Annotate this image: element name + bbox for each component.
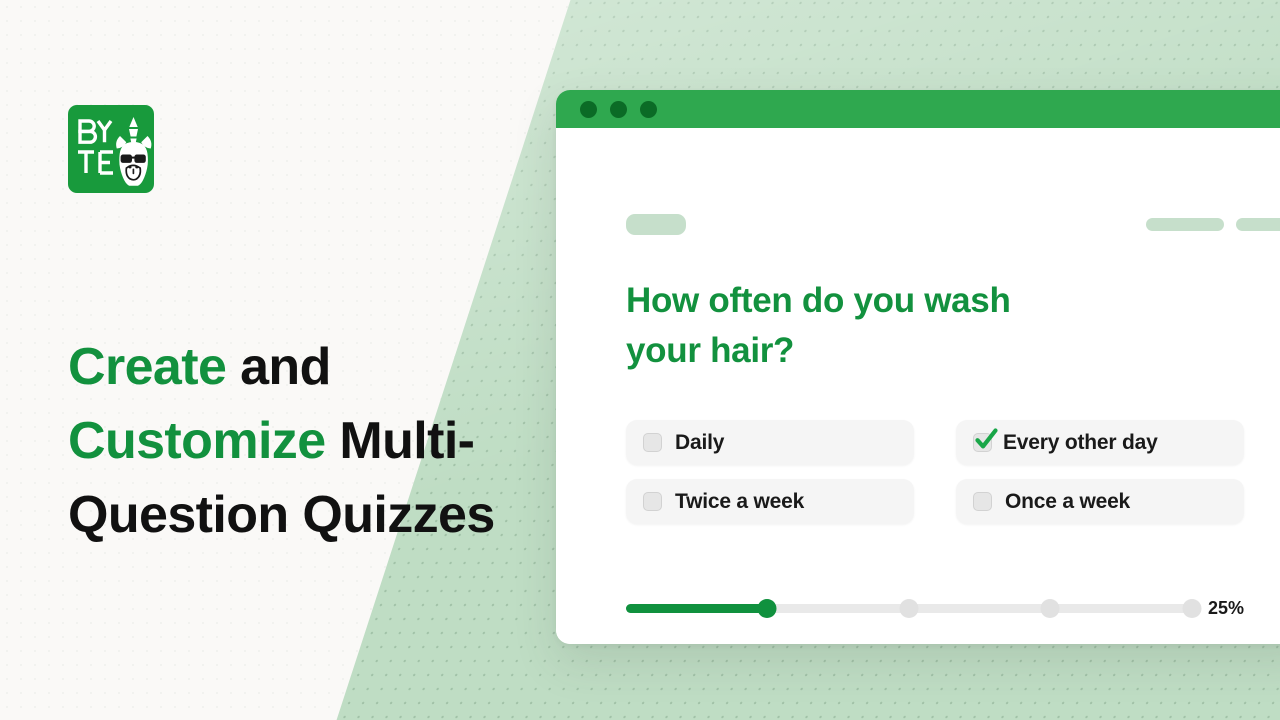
headline-part-customize: Customize <box>68 411 326 470</box>
quiz-option-label: Twice a week <box>675 489 805 513</box>
quiz-option-every-other-day[interactable]: Every other day <box>956 420 1244 465</box>
placeholder-pill-right-2 <box>1236 218 1280 231</box>
progress-step-1[interactable] <box>757 599 777 618</box>
progress-step-3[interactable] <box>1040 599 1060 618</box>
window-dot-maximize[interactable] <box>640 100 657 118</box>
left-content-column: Create and Customize Multi-Question Quiz… <box>68 0 538 720</box>
placeholder-pill-left <box>626 214 686 235</box>
checkbox-unchecked-icon[interactable] <box>643 433 662 452</box>
quiz-question: How often do you wash your hair? <box>626 281 1011 370</box>
progress-track[interactable] <box>626 599 1202 618</box>
progress-fill <box>626 604 768 613</box>
quiz-option-once-a-week[interactable]: Once a week <box>956 479 1244 524</box>
quiz-option-label: Every other day <box>1003 430 1158 454</box>
window-titlebar <box>556 90 1280 128</box>
window-dot-close[interactable] <box>580 100 597 118</box>
headline-part-and: and <box>226 338 331 396</box>
placeholder-pill-right-1 <box>1146 218 1224 231</box>
progress-step-4[interactable] <box>1182 599 1202 618</box>
window-dot-minimize[interactable] <box>610 100 627 118</box>
page-title: Create and Customize Multi-Question Quiz… <box>68 331 538 552</box>
quiz-option-twice-a-week[interactable]: Twice a week <box>626 479 914 524</box>
byte-logo <box>68 105 154 193</box>
checkmark-icon <box>975 428 998 449</box>
promo-banner: Create and Customize Multi-Question Quiz… <box>0 0 1280 720</box>
progress-percent-label: 25% <box>1207 598 1244 618</box>
quiz-progress-stepper: 25% <box>626 598 1244 619</box>
checkbox-unchecked-icon[interactable] <box>643 492 662 511</box>
checkbox-checked-icon[interactable] <box>973 428 998 452</box>
window-content: How often do you wash your hair? Daily E… <box>556 128 1280 644</box>
browser-window-mockup: How often do you wash your hair? Daily E… <box>556 90 1280 644</box>
checkbox-unchecked-icon[interactable] <box>973 492 992 511</box>
progress-step-2[interactable] <box>899 599 919 618</box>
headline-part-create: Create <box>68 338 227 396</box>
logo-artwork <box>78 117 152 186</box>
quiz-option-label: Once a week <box>1005 489 1131 513</box>
quiz-option-daily[interactable]: Daily <box>626 420 914 465</box>
quiz-options-list: Daily Every other day Twice a week Once … <box>626 420 1244 524</box>
quiz-option-label: Daily <box>675 430 725 454</box>
